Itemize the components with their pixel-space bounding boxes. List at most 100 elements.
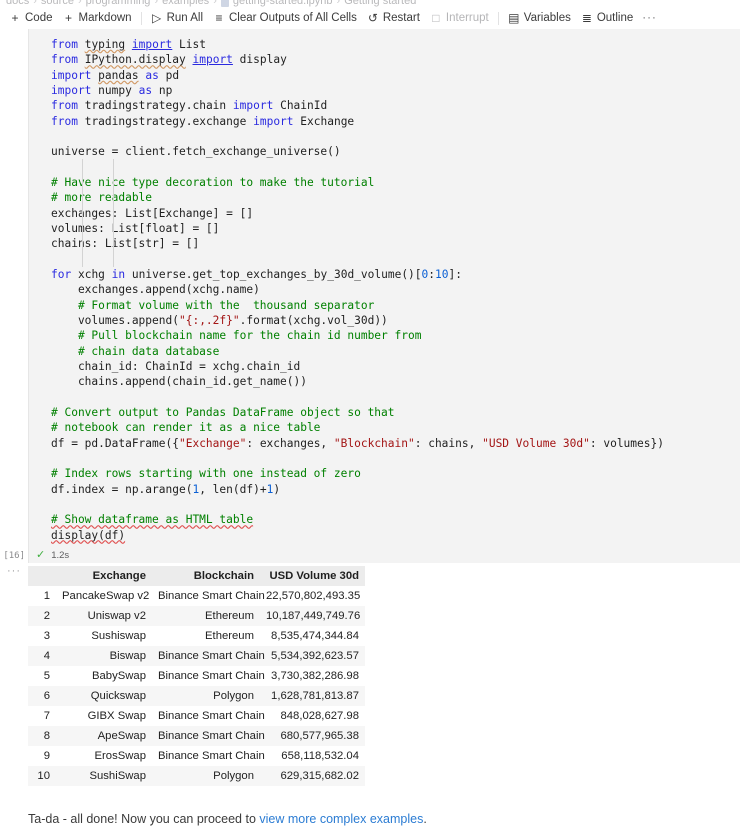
breadcrumb-item-1[interactable]: source	[41, 0, 74, 7]
clear-outputs-label: Clear Outputs of All Cells	[229, 12, 357, 24]
run-all-button[interactable]: ▷ Run All	[146, 10, 208, 26]
execution-status-body: ✓ 1.2s	[28, 548, 740, 563]
interrupt-label: Interrupt	[445, 12, 489, 24]
breadcrumb-separator: ›	[154, 0, 159, 7]
breadcrumb-item-3[interactable]: examples	[162, 0, 209, 7]
table-row: 2 Uniswap v2 Ethereum 10,187,449,749.76	[28, 605, 365, 626]
outline-label: Outline	[596, 12, 634, 24]
breadcrumb-item-4[interactable]: getting-started.ipynb	[233, 0, 333, 7]
cell-volume: 10,187,449,749.76	[266, 609, 361, 622]
toolbar-divider	[497, 11, 499, 25]
outline-icon: ≣	[581, 11, 592, 25]
restart-kernel-button[interactable]: ↺ Restart	[362, 10, 425, 26]
column-header-blockchain: Blockchain	[152, 565, 260, 586]
cell-exchange: ApeSwap	[97, 729, 146, 742]
cell-blockchain: Polygon	[213, 689, 254, 702]
cell-exchange: SushiSwap	[89, 769, 146, 782]
dataframe-table: Exchange Blockchain USD Volume 30d 1 Pan…	[28, 565, 365, 786]
code-cell-container: from typing import List from IPython.dis…	[0, 29, 740, 549]
restart-label: Restart	[382, 12, 420, 24]
cell-volume: 5,534,392,623.57	[271, 649, 359, 662]
breadcrumb-separator: ›	[213, 0, 217, 7]
add-code-cell-button[interactable]: + Code	[4, 10, 58, 26]
toolbar-overflow-button[interactable]: ···	[638, 10, 661, 26]
cell-exchange: Quickswap	[90, 689, 146, 702]
breadcrumb-item-2[interactable]: programming	[86, 0, 151, 7]
table-row: 3 Sushiswap Ethereum 8,535,474,344.84	[28, 625, 365, 646]
view-more-examples-link[interactable]: view more complex examples	[259, 812, 423, 826]
markdown-cell[interactable]: Ta-da - all done! Now you can proceed to…	[0, 786, 740, 828]
markdown-text-after: .	[423, 811, 427, 826]
cell-blockchain: Binance Smart Chain	[158, 649, 265, 662]
column-header-volume: USD Volume 30d	[260, 565, 365, 586]
breadcrumb-item-0[interactable]: docs	[6, 0, 29, 7]
interrupt-icon: □	[432, 11, 440, 25]
cell-exchange: ErosSwap	[94, 749, 147, 762]
variables-label: Variables	[523, 12, 571, 24]
row-index: 10	[37, 769, 50, 782]
row-index: 6	[43, 689, 50, 702]
breadcrumb-item-5[interactable]: Getting started	[344, 0, 416, 7]
run-all-icon: ▷	[151, 11, 162, 25]
add-markdown-cell-button[interactable]: + Markdown	[58, 10, 137, 26]
cell-blockchain: Ethereum	[205, 609, 254, 622]
variables-button[interactable]: ▤ Variables	[503, 10, 576, 26]
table-row: 5 BabySwap Binance Smart Chain 3,730,382…	[28, 665, 365, 686]
table-row: 10 SushiSwap Polygon 629,315,682.02	[28, 765, 365, 786]
row-index: 5	[43, 669, 50, 682]
restart-icon: ↺	[367, 11, 378, 25]
run-all-label: Run All	[166, 12, 203, 24]
add-markdown-cell-label: Markdown	[78, 12, 132, 24]
dataframe-header: Exchange Blockchain USD Volume 30d	[28, 565, 365, 586]
cell-volume: 22,570,802,493.35	[266, 589, 361, 602]
markdown-text-before: Ta-da - all done! Now you can proceed to	[28, 811, 260, 826]
cell-volume: 658,118,532.04	[281, 749, 359, 762]
cell-volume: 848,028,627.98	[280, 709, 359, 722]
table-row: 6 Quickswap Polygon 1,628,781,813.87	[28, 685, 365, 706]
code-editor[interactable]: from typing import List from IPython.dis…	[28, 29, 740, 549]
plus-icon: +	[64, 11, 72, 25]
execution-count: [16]	[3, 550, 25, 561]
toolbar-divider	[140, 11, 142, 25]
cell-volume: 629,315,682.02	[280, 769, 359, 782]
variables-icon: ▤	[508, 11, 520, 25]
cell-volume: 1,628,781,813.87	[271, 689, 359, 702]
row-index: 8	[43, 729, 50, 742]
cell-volume: 3,730,382,286.98	[271, 669, 359, 682]
row-index: 7	[43, 709, 50, 722]
cell-exchange: Biswap	[109, 649, 146, 662]
cell-exchange: Sushiswap	[91, 629, 146, 642]
table-row: 1 PancakeSwap v2 Binance Smart Chain 22,…	[28, 585, 365, 606]
breadcrumb-separator: ›	[33, 0, 37, 7]
execution-duration[interactable]: 1.2s	[51, 550, 69, 561]
table-header-row: Exchange Blockchain USD Volume 30d	[28, 565, 365, 586]
check-icon: ✓	[36, 549, 46, 562]
dataframe-body: 1 PancakeSwap v2 Binance Smart Chain 22,…	[28, 585, 365, 786]
cell-exchange: GIBX Swap	[87, 709, 146, 722]
cell-blockchain: Polygon	[213, 769, 254, 782]
clear-outputs-button[interactable]: ≡ Clear Outputs of All Cells	[208, 10, 362, 26]
table-row: 9 ErosSwap Binance Smart Chain 658,118,5…	[28, 745, 365, 766]
cell-exchange: BabySwap	[91, 669, 146, 682]
row-index: 9	[43, 749, 50, 762]
add-code-cell-label: Code	[25, 12, 53, 24]
cell-volume: 8,535,474,344.84	[271, 629, 359, 642]
code-source[interactable]: from typing import List from IPython.dis…	[29, 37, 740, 543]
row-index: 4	[43, 649, 50, 662]
clear-outputs-icon: ≡	[215, 11, 223, 25]
breadcrumb-separator: ›	[77, 0, 82, 7]
column-header-exchange: Exchange	[56, 565, 152, 586]
table-row: 8 ApeSwap Binance Smart Chain 680,577,96…	[28, 725, 365, 746]
cell-execution-status: [16] ✓ 1.2s	[0, 548, 740, 563]
breadcrumb[interactable]: docs › source › programming › examples ›…	[0, 0, 740, 7]
cell-output-container: ··· Exchange Blockchain USD Volume 30d 1	[0, 562, 740, 786]
notebook-toolbar: + Code + Markdown ▷ Run All ≡ Clear Outp…	[0, 7, 740, 29]
outline-button[interactable]: ≣ Outline	[576, 10, 638, 26]
cell-exchange: Uniswap v2	[87, 609, 146, 622]
column-header-index	[28, 565, 56, 586]
cell-volume: 680,577,965.38	[280, 729, 359, 742]
row-index: 2	[43, 609, 50, 622]
row-index: 1	[43, 589, 50, 602]
cell-blockchain: Binance Smart Chain	[158, 589, 265, 602]
output-overflow-menu[interactable]: ···	[0, 563, 28, 577]
